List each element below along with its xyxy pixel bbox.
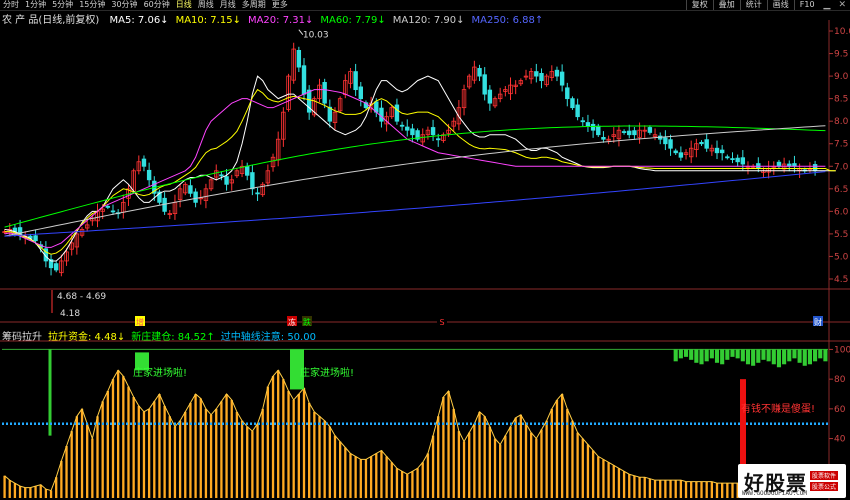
candle-body <box>296 50 302 68</box>
candle-body <box>730 158 735 161</box>
candle-body <box>776 161 782 167</box>
candle-body <box>410 128 415 136</box>
candle-body <box>575 104 580 118</box>
candle-body <box>735 157 740 163</box>
main-y-tick-label: 7.0 <box>834 162 849 172</box>
candle-body <box>33 235 38 242</box>
candle-body <box>740 157 746 165</box>
event-marker-label: S <box>439 318 444 327</box>
candle-body <box>601 137 606 140</box>
candle-body <box>699 141 704 145</box>
candle-body <box>725 156 730 159</box>
candle-body <box>358 86 364 100</box>
candle-body <box>245 165 250 176</box>
candle-body <box>647 127 653 133</box>
ma250-line <box>4 171 826 237</box>
candle-body <box>590 123 596 131</box>
ma60-line <box>4 125 826 228</box>
candle-body <box>146 169 152 181</box>
candle-body <box>482 74 487 95</box>
main-y-tick-label: 10.0 <box>834 27 850 37</box>
candle-body <box>405 126 410 131</box>
main-y-tick-label: 5.5 <box>834 230 848 240</box>
candle-body <box>559 71 565 86</box>
candle-body <box>193 191 198 203</box>
ma10-line <box>4 88 836 255</box>
candle-body <box>704 139 709 149</box>
candle-body <box>353 71 358 91</box>
candle-body <box>554 69 560 77</box>
watermark-logo: 好股票 股票软件 股票公式 WWW.GOODGUPIAO.COM <box>738 464 846 498</box>
watermark-tag2: 股票公式 <box>810 482 839 491</box>
watermark-url: WWW.GOODGUPIAO.COM <box>742 490 808 497</box>
candle-body <box>585 122 591 127</box>
candle-body <box>110 210 116 213</box>
candle-body <box>105 205 111 208</box>
main-y-tick-label: 8.5 <box>834 95 848 105</box>
candle-body <box>673 150 678 154</box>
sub-y-tick-label: 60 <box>834 405 846 415</box>
candle-body <box>379 107 384 122</box>
main-y-tick-label: 9.5 <box>834 50 848 60</box>
candle-body <box>322 82 327 104</box>
candle-body <box>534 71 539 77</box>
candle-body <box>436 138 441 141</box>
candle-body <box>668 139 673 149</box>
watermark-tags: 股票软件 股票公式 <box>810 470 839 492</box>
candle-body <box>678 152 684 158</box>
event-marker-label: 冻 <box>288 317 296 327</box>
candle-body <box>596 125 601 136</box>
event-marker-label: 跌 <box>303 317 311 327</box>
main-y-tick-label: 6.5 <box>834 185 848 195</box>
candle-body <box>301 65 307 95</box>
sub-y-tick-label: 40 <box>834 435 846 445</box>
sub-y-tick-label: 100 <box>834 345 850 355</box>
candle-body <box>255 192 260 195</box>
event-marker-label: 财 <box>814 317 822 327</box>
candle-body <box>539 72 544 82</box>
annotation-label: 庄家进场啦! <box>133 366 187 379</box>
candle-body <box>477 68 482 77</box>
candle-body <box>714 147 720 154</box>
candle-body <box>570 98 575 109</box>
main-y-tick-label: 7.5 <box>834 140 848 150</box>
main-y-tick-label: 4.5 <box>834 275 848 285</box>
main-y-tick-label: 8.0 <box>834 117 849 127</box>
annotation-label: 庄家进场啦! <box>300 366 354 379</box>
candle-body <box>394 104 400 122</box>
candle-body <box>141 158 147 167</box>
candle-body <box>812 164 818 172</box>
watermark-tag1: 股票软件 <box>810 471 839 480</box>
candle-body <box>565 87 570 100</box>
low-range-label: 4.68 - 4.69 <box>57 292 106 302</box>
candle-body <box>663 137 668 145</box>
main-y-tick-label: 6.0 <box>834 207 849 217</box>
kline-chart[interactable]: 10.0 9.5 9.0 8.5 8.0 7.5 7.0 6.5 6.0 5.5 5.0 4.5 10.… <box>0 0 850 500</box>
main-y-tick-label: 9.0 <box>834 72 849 82</box>
candle-body <box>219 174 224 177</box>
candle-body <box>627 130 632 136</box>
low-price-label: 4.18 <box>60 309 80 319</box>
candle-body <box>53 263 59 271</box>
candle-body <box>487 89 493 104</box>
sub-y-tick-label: 80 <box>834 375 846 385</box>
high-price-label: 10.03 <box>303 31 329 41</box>
candle-body <box>719 149 725 154</box>
event-marker-label: 增 <box>136 317 144 327</box>
candle-body <box>621 131 627 133</box>
candle-body <box>632 130 637 136</box>
candle-body <box>399 124 405 127</box>
annotation-label: 有钱不赚是傻蛋! <box>741 402 815 415</box>
candle-body <box>430 127 436 136</box>
candle-body <box>580 120 585 123</box>
candle-body <box>250 172 255 190</box>
candle-body <box>188 185 193 194</box>
main-y-tick-label: 5.0 <box>834 252 849 262</box>
candle-body <box>224 176 229 185</box>
